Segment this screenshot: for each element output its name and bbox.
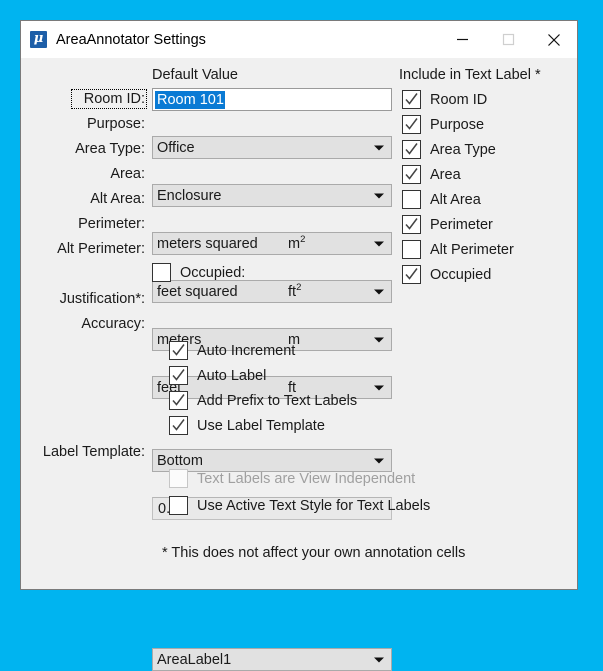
include-occupied-checkbox[interactable] — [402, 265, 421, 284]
add-prefix-label: Add Prefix to Text Labels — [197, 392, 358, 409]
row-label-area-type: Area Type: — [75, 141, 145, 157]
chevron-down-icon — [374, 458, 384, 463]
use-label-template-label: Use Label Template — [197, 417, 325, 434]
active-text-style-label: Use Active Text Style for Text Labels — [197, 497, 431, 514]
checkbox-row-add-prefix[interactable]: Add Prefix to Text Labels — [169, 391, 357, 410]
chevron-down-icon — [374, 337, 384, 342]
chevron-down-icon — [374, 657, 384, 662]
area-unit: m2 — [288, 233, 306, 252]
auto-label-label: Auto Label — [197, 367, 267, 384]
area-type-value: Enclosure — [157, 187, 222, 204]
include-checkbox-row-purpose[interactable]: Purpose — [402, 115, 484, 134]
title-bar[interactable]: μ AreaAnnotator Settings — [21, 21, 577, 58]
window-controls — [439, 21, 577, 58]
include-area-label: Area — [430, 166, 461, 183]
checkbox-row-active-text-style[interactable]: Use Active Text Style for Text Labels — [169, 496, 430, 515]
occupied-checkbox-row[interactable]: Occupied: — [152, 263, 245, 282]
chevron-down-icon — [374, 385, 384, 390]
include-area-type-checkbox[interactable] — [402, 140, 421, 159]
row-label-justification: Justification*: — [59, 291, 145, 307]
areaannotator-settings-window: μ AreaAnnotator Settings Default Value I… — [20, 20, 578, 671]
include-checkbox-row-perimeter[interactable]: Perimeter — [402, 215, 493, 234]
include-area-checkbox[interactable] — [402, 165, 421, 184]
chevron-down-icon — [374, 289, 384, 294]
view-independent-checkbox[interactable] — [169, 469, 188, 488]
footnote-text: * This does not affect your own annotati… — [162, 545, 466, 561]
include-area-type-label: Area Type — [430, 141, 496, 158]
chevron-down-icon — [374, 145, 384, 150]
include-checkbox-row-alt-perimeter[interactable]: Alt Perimeter — [402, 240, 514, 259]
include-purpose-label: Purpose — [430, 116, 485, 133]
checkbox-row-auto-increment[interactable]: Auto Increment — [169, 341, 295, 360]
add-prefix-checkbox[interactable] — [169, 391, 188, 410]
window-title: AreaAnnotator Settings — [56, 31, 206, 48]
default-value-combo-purpose[interactable]: Office — [152, 136, 392, 159]
include-alt-area-checkbox[interactable] — [402, 190, 421, 209]
default-value-input-room-id[interactable]: Room 101 — [152, 88, 392, 111]
row-label-area: Area: — [110, 166, 145, 182]
include-checkbox-row-alt-area[interactable]: Alt Area — [402, 190, 481, 209]
checkbox-row-view-independent[interactable]: Text Labels are View Independent — [169, 469, 415, 488]
row-label-label-template: Label Template: — [42, 444, 145, 460]
include-perimeter-label: Perimeter — [430, 216, 493, 233]
room-id-value: Room 101 — [155, 90, 225, 109]
chevron-down-icon — [374, 193, 384, 198]
active-text-style-checkbox[interactable] — [169, 496, 188, 515]
include-alt-perimeter-checkbox[interactable] — [402, 240, 421, 259]
include-perimeter-checkbox[interactable] — [402, 215, 421, 234]
include-checkbox-row-area[interactable]: Area — [402, 165, 461, 184]
justification-value: Bottom — [157, 452, 203, 469]
occupied-checkbox[interactable] — [152, 263, 171, 282]
auto-label-checkbox[interactable] — [169, 366, 188, 385]
default-value-combo-area[interactable]: meters squared m2 — [152, 232, 392, 255]
include-in-text-label-header: Include in Text Label * — [399, 67, 541, 83]
default-value-header: Default Value — [152, 67, 238, 83]
close-button[interactable] — [531, 21, 577, 58]
mu-app-icon-glyph: μ — [33, 31, 44, 46]
include-room-id-label: Room ID — [430, 91, 488, 108]
include-checkbox-row-area-type[interactable]: Area Type — [402, 140, 496, 159]
default-value-combo-alt-area[interactable]: feet squared ft2 — [152, 280, 392, 303]
include-purpose-checkbox[interactable] — [402, 115, 421, 134]
checkbox-row-use-label-template[interactable]: Use Label Template — [169, 416, 325, 435]
include-alt-perimeter-label: Alt Perimeter — [430, 241, 514, 258]
minimize-button[interactable] — [439, 21, 485, 58]
alt-area-unit: ft2 — [288, 281, 302, 300]
row-label-room-id: Room ID: — [71, 89, 147, 109]
auto-increment-label: Auto Increment — [197, 342, 296, 359]
mu-app-icon: μ — [30, 31, 47, 48]
maximize-button[interactable] — [485, 21, 531, 58]
include-alt-area-label: Alt Area — [430, 191, 481, 208]
label-template-combo[interactable]: AreaLabel1 — [152, 648, 392, 671]
alt-area-value: feet squared — [157, 283, 238, 300]
purpose-value: Office — [157, 139, 195, 156]
row-label-alt-area: Alt Area: — [90, 191, 145, 207]
checkbox-row-auto-label[interactable]: Auto Label — [169, 366, 266, 385]
view-independent-label: Text Labels are View Independent — [197, 470, 416, 487]
row-label-perimeter: Perimeter: — [78, 216, 145, 232]
include-room-id-checkbox[interactable] — [402, 90, 421, 109]
area-value: meters squared — [157, 235, 258, 252]
include-occupied-label: Occupied — [430, 266, 492, 283]
use-label-template-checkbox[interactable] — [169, 416, 188, 435]
auto-increment-checkbox[interactable] — [169, 341, 188, 360]
row-label-accuracy: Accuracy: — [81, 316, 145, 332]
dialog-body: Default Value Include in Text Label * Ro… — [21, 58, 577, 671]
row-label-alt-perimeter: Alt Perimeter: — [57, 241, 145, 257]
occupied-label: Occupied: — [180, 264, 246, 281]
chevron-down-icon — [374, 241, 384, 246]
include-checkbox-row-occupied[interactable]: Occupied — [402, 265, 491, 284]
label-template-value: AreaLabel1 — [157, 651, 232, 668]
default-value-combo-area-type[interactable]: Enclosure — [152, 184, 392, 207]
row-label-purpose: Purpose: — [86, 116, 145, 132]
include-checkbox-row-room-id[interactable]: Room ID — [402, 90, 487, 109]
